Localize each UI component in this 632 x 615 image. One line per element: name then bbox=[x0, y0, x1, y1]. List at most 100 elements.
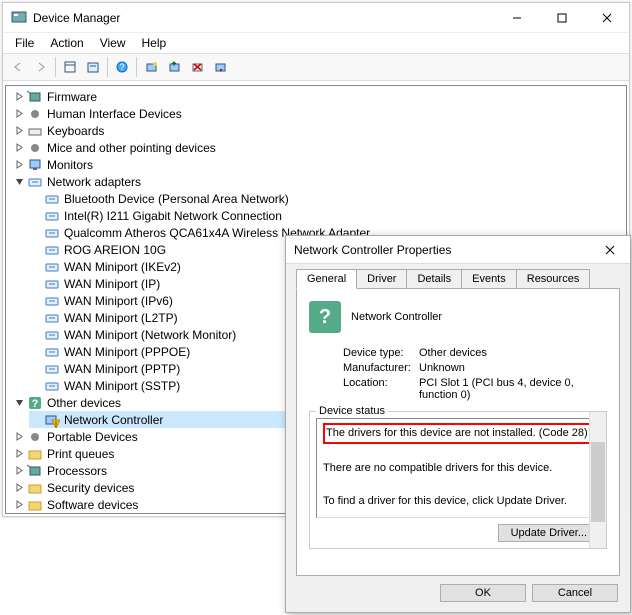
net-icon bbox=[44, 344, 60, 360]
tree-row[interactable]: Monitors bbox=[12, 156, 624, 173]
status-line-1: The drivers for this device are not inst… bbox=[323, 423, 591, 444]
net-icon bbox=[44, 293, 60, 309]
usb-icon bbox=[27, 106, 43, 122]
device-icon bbox=[309, 301, 341, 333]
expand-icon[interactable] bbox=[29, 361, 44, 376]
expand-icon[interactable] bbox=[12, 89, 27, 104]
tree-label: WAN Miniport (IP) bbox=[64, 277, 160, 291]
expand-icon[interactable] bbox=[29, 327, 44, 342]
help-button[interactable]: ? bbox=[111, 56, 133, 78]
svg-text:?: ? bbox=[119, 62, 124, 72]
device-type-label: Device type: bbox=[309, 347, 419, 359]
location-value: PCI Slot 1 (PCI bus 4, device 0, functio… bbox=[419, 377, 607, 401]
tree-label: Processors bbox=[47, 464, 107, 478]
expand-icon[interactable] bbox=[12, 140, 27, 155]
show-hide-tree-button[interactable] bbox=[59, 56, 81, 78]
tree-label: Monitors bbox=[47, 158, 93, 172]
tab-panel-general: Network Controller Device type:Other dev… bbox=[296, 288, 620, 576]
maximize-button[interactable] bbox=[539, 3, 584, 33]
cancel-button[interactable]: Cancel bbox=[532, 584, 618, 602]
tab-events[interactable]: Events bbox=[461, 269, 517, 289]
window-title: Device Manager bbox=[33, 11, 494, 25]
kb-icon bbox=[27, 123, 43, 139]
tab-general[interactable]: General bbox=[296, 269, 357, 289]
tree-label: Security devices bbox=[47, 481, 134, 495]
toolbar: ? bbox=[3, 53, 629, 81]
tree-row[interactable]: Bluetooth Device (Personal Area Network) bbox=[29, 190, 624, 207]
net-icon bbox=[44, 310, 60, 326]
expand-icon[interactable] bbox=[12, 395, 27, 410]
tree-row[interactable]: Human Interface Devices bbox=[12, 105, 624, 122]
usb-icon bbox=[27, 429, 43, 445]
tree-label: Intel(R) I211 Gigabit Network Connection bbox=[64, 209, 282, 223]
expand-icon[interactable] bbox=[12, 106, 27, 121]
menu-action[interactable]: Action bbox=[42, 34, 91, 52]
tree-row[interactable]: Keyboards bbox=[12, 122, 624, 139]
close-button[interactable] bbox=[584, 3, 629, 33]
device-name: Network Controller bbox=[351, 311, 442, 323]
menu-file[interactable]: File bbox=[7, 34, 42, 52]
tree-label: Human Interface Devices bbox=[47, 107, 182, 121]
update-driver-button-dialog[interactable]: Update Driver... bbox=[498, 524, 600, 542]
device-type-value: Other devices bbox=[419, 347, 607, 359]
tree-row[interactable]: Intel(R) I211 Gigabit Network Connection bbox=[29, 207, 624, 224]
properties-button[interactable] bbox=[82, 56, 104, 78]
tree-label: WAN Miniport (PPTP) bbox=[64, 362, 180, 376]
device-status-text[interactable]: The drivers for this device are not inst… bbox=[316, 418, 600, 518]
expand-icon[interactable] bbox=[29, 378, 44, 393]
menu-help[interactable]: Help bbox=[134, 34, 175, 52]
net-icon bbox=[44, 378, 60, 394]
expand-icon[interactable] bbox=[29, 344, 44, 359]
expand-icon[interactable] bbox=[29, 242, 44, 257]
back-button[interactable] bbox=[7, 56, 29, 78]
expand-icon[interactable] bbox=[12, 463, 27, 478]
tree-row[interactable]: Firmware bbox=[12, 88, 624, 105]
expand-icon[interactable] bbox=[12, 446, 27, 461]
expand-icon[interactable] bbox=[29, 276, 44, 291]
location-label: Location: bbox=[309, 377, 419, 401]
expand-icon[interactable] bbox=[29, 259, 44, 274]
expand-icon[interactable] bbox=[29, 293, 44, 308]
tab-resources[interactable]: Resources bbox=[516, 269, 591, 289]
expand-icon[interactable] bbox=[12, 480, 27, 495]
net-icon bbox=[44, 208, 60, 224]
net-icon bbox=[44, 225, 60, 241]
expand-icon[interactable] bbox=[12, 429, 27, 444]
expand-icon[interactable] bbox=[29, 208, 44, 223]
ok-button[interactable]: OK bbox=[440, 584, 526, 602]
tree-label: WAN Miniport (L2TP) bbox=[64, 311, 178, 325]
expand-icon[interactable] bbox=[12, 123, 27, 138]
tree-label: Other devices bbox=[47, 396, 121, 410]
tree-label: Network Controller bbox=[64, 413, 163, 427]
warn-icon: ! bbox=[44, 412, 60, 428]
tab-details[interactable]: Details bbox=[406, 269, 462, 289]
net-icon bbox=[44, 327, 60, 343]
tree-row[interactable]: Mice and other pointing devices bbox=[12, 139, 624, 156]
manufacturer-label: Manufacturer: bbox=[309, 362, 419, 374]
dialog-close-button[interactable] bbox=[590, 236, 630, 264]
expand-icon[interactable] bbox=[12, 174, 27, 189]
net-icon bbox=[44, 276, 60, 292]
forward-button[interactable] bbox=[30, 56, 52, 78]
scan-hardware-button[interactable] bbox=[140, 56, 162, 78]
folder-icon bbox=[27, 446, 43, 462]
expand-icon[interactable] bbox=[12, 497, 27, 512]
update-driver-button[interactable] bbox=[163, 56, 185, 78]
tab-driver[interactable]: Driver bbox=[356, 269, 407, 289]
dialog-titlebar: Network Controller Properties bbox=[286, 236, 630, 264]
disable-button[interactable] bbox=[209, 56, 231, 78]
titlebar: Device Manager bbox=[3, 3, 629, 33]
folder-icon bbox=[27, 497, 43, 513]
expand-icon[interactable] bbox=[29, 225, 44, 240]
uninstall-button[interactable] bbox=[186, 56, 208, 78]
status-scrollbar[interactable] bbox=[589, 418, 600, 518]
expand-icon[interactable] bbox=[29, 191, 44, 206]
expand-icon[interactable] bbox=[12, 157, 27, 172]
net-icon bbox=[44, 259, 60, 275]
menu-view[interactable]: View bbox=[92, 34, 134, 52]
minimize-button[interactable] bbox=[494, 3, 539, 33]
expand-icon[interactable] bbox=[29, 310, 44, 325]
tree-label: WAN Miniport (IPv6) bbox=[64, 294, 173, 308]
tree-row[interactable]: Network adapters bbox=[12, 173, 624, 190]
expand-icon[interactable] bbox=[29, 412, 44, 427]
